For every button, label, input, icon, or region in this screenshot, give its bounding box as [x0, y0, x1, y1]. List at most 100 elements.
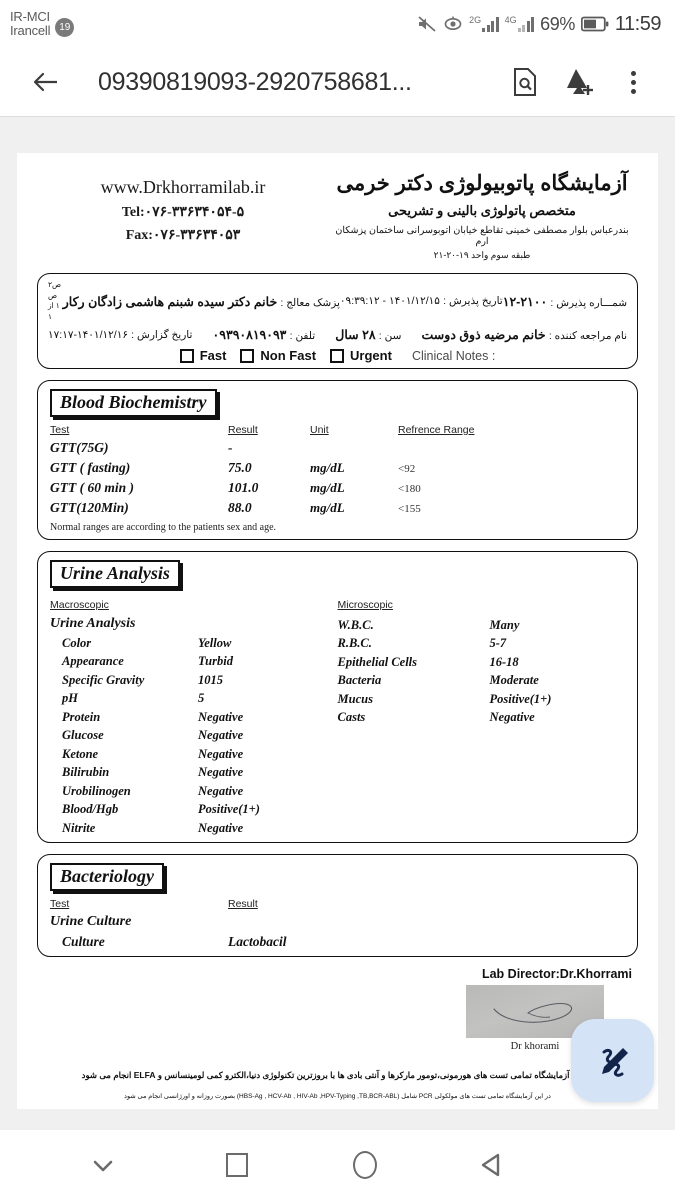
drive-add-icon[interactable]: [555, 58, 603, 106]
doctor-label: پزشک معالج :: [280, 296, 340, 309]
microscopic-column: Microscopic W.B.C. Many R.B.C. 5-7 Epithel…: [338, 595, 626, 836]
urgent-label: Urgent: [350, 348, 392, 363]
list-item: Color Yellow: [50, 636, 338, 651]
table-row: Culture Lactobacil: [50, 934, 625, 950]
report-date: تاریخ گزارش : ۱۴۰۱/۱۲/۱۶-۱۷:۱۷: [48, 329, 192, 341]
ua-key: Urobilinogen: [62, 783, 131, 798]
bac-test: Culture: [62, 933, 105, 949]
carrier-2: Irancell: [10, 23, 51, 38]
table-row: GTT ( 60 min ) 101.0 mg/dL <180: [50, 480, 625, 496]
patient-name: نام مراجعه کننده : خانم مرضیه ذوق دوست: [422, 327, 627, 342]
ua-value: Negative: [198, 765, 244, 779]
more-options-icon[interactable]: [609, 58, 657, 106]
blood-biochemistry-title: Blood Biochemistry: [50, 389, 217, 417]
patient-row-1: شمـــاره پذیرش : ۲۱۰۰-۱۲ تاریخ پذیرش : ۱…: [48, 280, 627, 322]
circle-icon: [353, 1151, 377, 1179]
list-item: pH 5: [50, 691, 338, 706]
footer-note-2: در این آزمایشگاه تمامی تست های مولکولی P…: [124, 1092, 551, 1100]
ua-key: Nitrite: [62, 820, 96, 835]
ua-value: Negative: [198, 709, 244, 724]
ua-value: Yellow: [198, 635, 232, 650]
list-item: Casts Negative: [338, 710, 626, 725]
signal-group-2: 4G: [505, 16, 535, 32]
admission-date-value: ۱۴۰۱/۱۲/۱۵ - ۰۹:۳۹:۱۲: [339, 295, 440, 307]
ua-value: Negative: [198, 820, 244, 835]
eye-icon: [444, 16, 462, 31]
ua-value: Negative: [198, 728, 244, 742]
ms-key: Bacteria: [337, 673, 382, 687]
macroscopic-group-title: Urine Analysis: [50, 616, 136, 631]
blood-biochemistry-headers: Test Result Unit Refrence Range: [50, 424, 625, 436]
nav-hide-keyboard[interactable]: [72, 1130, 134, 1200]
document-header: www.Drkhorramilab.ir Tel:۰۷۶-۳۳۶۳۴۰۵۴-۵ …: [29, 171, 646, 261]
bacteriology-group-title: Urine Culture: [50, 913, 132, 929]
carrier-info: IR-MCI Irancell 19: [10, 9, 75, 38]
list-item: Urobilinogen Negative: [50, 784, 338, 799]
status-bar: IR-MCI Irancell 19 2G 4G 69% 11:59: [0, 0, 675, 48]
macroscopic-column: Macroscopic Urine Analysis Color Yellow A…: [50, 595, 338, 836]
ua-key: Glucose: [62, 728, 104, 742]
bb-ref: <180: [398, 483, 421, 495]
nav-home[interactable]: [334, 1130, 396, 1200]
list-item: Protein Negative: [50, 710, 338, 725]
ms-value: Many: [489, 617, 520, 632]
bb-unit: mg/dL: [310, 500, 345, 515]
fast-checkbox[interactable]: [179, 348, 194, 363]
lab-director-label: Lab Director:Dr.Khorrami: [481, 966, 632, 981]
nav-recents[interactable]: [206, 1130, 268, 1200]
page-marker: ص۲ ص ۱ از ۱: [48, 280, 62, 321]
system-nav-bar: [0, 1130, 675, 1200]
ua-key: pH: [62, 691, 78, 705]
ms-key: Epithelial Cells: [337, 654, 418, 669]
nav-back[interactable]: [460, 1130, 522, 1200]
phone-screen: IR-MCI Irancell 19 2G 4G 69% 11:59 09390…: [0, 0, 675, 1200]
list-item: Bilirubin Negative: [50, 765, 338, 780]
age-value: ۲۸ سال: [335, 328, 376, 342]
admission-date-label: تاریخ پذیرش :: [443, 295, 503, 307]
signal-bars-1: [482, 16, 499, 32]
list-item: R.B.C. 5-7: [338, 636, 626, 651]
battery-icon: [580, 16, 609, 32]
bb-unit: mg/dL: [310, 480, 345, 495]
battery-percent: 69%: [540, 13, 575, 34]
table-row: GTT(75G) -: [50, 440, 625, 456]
lab-tel: Tel:۰۷۶-۳۳۶۳۴۰۵۴-۵: [121, 205, 245, 220]
bb-unit: mg/dL: [310, 460, 345, 475]
page-title: 09390819093-2920758681...: [98, 67, 412, 96]
network-type-2: 4G: [504, 15, 517, 25]
bb-test: GTT ( 60 min ): [50, 480, 134, 495]
urine-analysis-title: Urine Analysis: [50, 560, 180, 588]
non-fast-checkbox[interactable]: [240, 348, 255, 363]
document-search-icon[interactable]: [501, 58, 549, 106]
document-viewer[interactable]: www.Drkhorramilab.ir Tel:۰۷۶-۳۳۶۳۴۰۵۴-۵ …: [0, 117, 675, 1130]
lab-name: آزمایشگاه پاتوبیولوژی دکتر خرمی: [336, 172, 628, 195]
ms-key: W.B.C.: [337, 617, 374, 632]
report-date-value: ۱۴۰۱/۱۲/۱۶-۱۷:۱۷: [48, 328, 128, 341]
ua-value: Turbid: [198, 654, 233, 668]
back-arrow-icon[interactable]: [22, 58, 70, 106]
lab-identity: آزمایشگاه پاتوبیولوژی دکتر خرمی متخصص پا…: [332, 171, 632, 261]
patient-info-box: شمـــاره پذیرش : ۲۱۰۰-۱۲ تاریخ پذیرش : ۱…: [37, 273, 638, 369]
table-row: GTT ( fasting) 75.0 mg/dL <92: [50, 460, 625, 476]
ua-value: 1015: [198, 672, 223, 687]
signature-fab-button[interactable]: [571, 1019, 654, 1102]
patient-row-2: نام مراجعه کننده : خانم مرضیه ذوق دوست س…: [48, 327, 627, 342]
doctor: پزشک معالج : خانم دکتر سیده شبنم هاشمی ز…: [63, 294, 340, 309]
ua-key: Color: [62, 635, 92, 650]
bac-header-test: Test: [50, 897, 70, 910]
ua-value: Negative: [198, 783, 244, 798]
ua-key: Appearance: [62, 654, 124, 668]
lab-website: www.Drkhorramilab.ir: [100, 177, 266, 197]
clinical-flags-row: Fast Non Fast Urgent Clinical Notes :: [48, 348, 627, 363]
bb-result: 75.0: [228, 460, 252, 475]
sim-badge: 19: [55, 18, 75, 38]
admission-no-value: ۲۱۰۰-۱۲: [502, 294, 548, 309]
signal-group-1: 2G: [469, 16, 499, 32]
list-item: Mucus Positive(1+): [338, 692, 626, 707]
urgent-checkbox[interactable]: [330, 348, 345, 363]
list-item: Blood/Hgb Positive(1+): [50, 802, 338, 817]
ua-key: Specific Gravity: [62, 672, 145, 687]
bacteriology-section: Bacteriology Test Result Urine Culture C…: [37, 853, 638, 957]
ua-value: 5: [198, 691, 205, 705]
age-label: سن :: [378, 330, 402, 342]
